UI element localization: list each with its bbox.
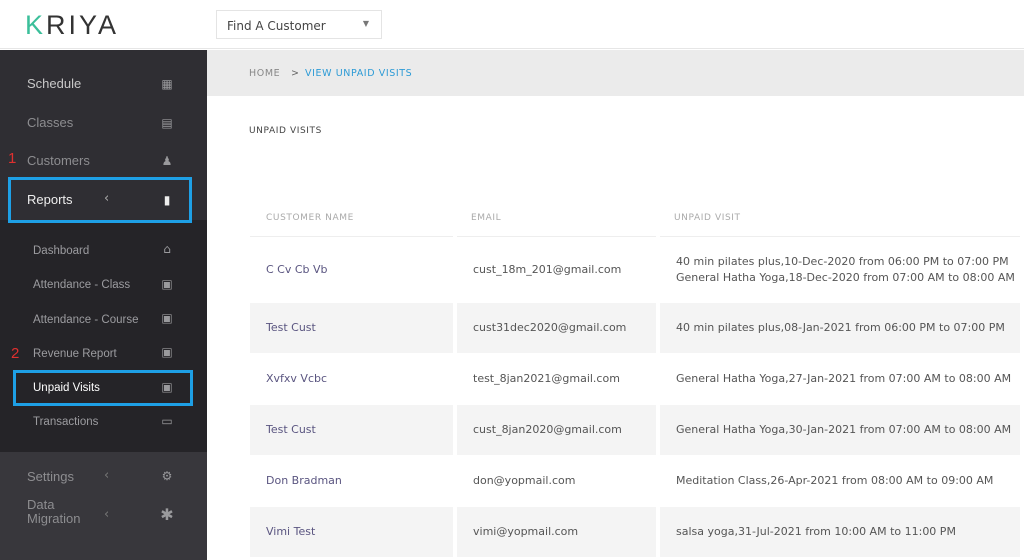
money-icon: ▭ bbox=[161, 414, 173, 428]
unpaid-visit: General Hatha Yoga,27-Jan-2021 from 07:0… bbox=[658, 353, 1024, 405]
caret-down-icon: ▼ bbox=[362, 19, 369, 28]
breadcrumb-home[interactable]: HOME bbox=[249, 68, 280, 79]
column-header-unpaid-visit: UNPAID VISIT bbox=[658, 200, 1022, 237]
table-row: C Cv Cb Vb cust_18m_201@gmail.com 40 min… bbox=[250, 236, 1024, 303]
top-bar: KRIYA Find A Customer ▼ bbox=[0, 0, 1024, 49]
sidebar: Schedule ▦ Classes ▤ 1 Customers ♟ Repor… bbox=[0, 50, 207, 560]
visit-line: General Hatha Yoga,27-Jan-2021 from 07:0… bbox=[676, 372, 1012, 385]
home-icon: ⌂ bbox=[163, 242, 171, 256]
unpaid-visits-table: CUSTOMER NAME EMAIL UNPAID VISIT C Cv Cb… bbox=[250, 200, 1024, 557]
unpaid-visit: salsa yoga,31-Jul-2021 from 10:00 AM to … bbox=[658, 507, 1024, 557]
customer-name[interactable]: Vimi Test bbox=[250, 507, 457, 557]
visit-line: Meditation Class,26-Apr-2021 from 08:00 … bbox=[676, 474, 994, 487]
table-row: Test Cust cust_8jan2020@gmail.com Genera… bbox=[250, 405, 1024, 455]
logo[interactable]: KRIYA bbox=[25, 10, 119, 41]
sidebar-item-transactions[interactable]: Transactions bbox=[33, 416, 98, 428]
customer-email: test_8jan2021@gmail.com bbox=[455, 353, 660, 405]
customer-email: cust_18m_201@gmail.com bbox=[455, 236, 660, 303]
customer-email: don@yopmail.com bbox=[455, 455, 660, 507]
customer-email: cust31dec2020@gmail.com bbox=[455, 303, 660, 353]
column-header-name: CUSTOMER NAME bbox=[250, 200, 455, 237]
chevron-left-icon: ‹ bbox=[104, 468, 110, 483]
breadcrumb-current: VIEW UNPAID VISITS bbox=[305, 68, 413, 79]
customer-email: cust_8jan2020@gmail.com bbox=[455, 405, 660, 455]
table-row: Xvfxv Vcbc test_8jan2021@gmail.com Gener… bbox=[250, 353, 1024, 405]
visit-line: General Hatha Yoga,30-Jan-2021 from 07:0… bbox=[676, 423, 1012, 436]
sidebar-item-data-migration[interactable]: Data Migration bbox=[27, 498, 87, 526]
customer-name[interactable]: Test Cust bbox=[250, 303, 457, 353]
sidebar-item-customers[interactable]: Customers bbox=[27, 153, 90, 168]
sidebar-item-revenue-report[interactable]: Revenue Report bbox=[33, 348, 117, 360]
archive-icon: ▣ bbox=[161, 380, 173, 394]
customer-name[interactable]: Test Cust bbox=[250, 405, 457, 455]
annotation-1: 1 bbox=[8, 150, 17, 167]
calendar-icon: ▦ bbox=[161, 77, 173, 91]
visit-line: salsa yoga,31-Jul-2021 from 10:00 AM to … bbox=[676, 525, 956, 538]
sidebar-item-classes[interactable]: Classes bbox=[27, 115, 73, 130]
visit-line: 40 min pilates plus,10-Dec-2020 from 06:… bbox=[676, 254, 1009, 268]
archive-icon: ▣ bbox=[161, 277, 173, 291]
table-row: Test Cust cust31dec2020@gmail.com 40 min… bbox=[250, 303, 1024, 353]
find-customer-select[interactable]: Find A Customer ▼ bbox=[216, 10, 382, 39]
archive-icon: ▣ bbox=[161, 311, 173, 325]
user-graduate-icon: ♟ bbox=[161, 154, 173, 168]
customer-name[interactable]: C Cv Cb Vb bbox=[250, 236, 457, 303]
unpaid-visit: General Hatha Yoga,30-Jan-2021 from 07:0… bbox=[658, 405, 1024, 455]
annotation-2: 2 bbox=[11, 345, 20, 362]
asterisk-icon: ✱ bbox=[160, 505, 174, 524]
sidebar-item-attendance-course[interactable]: Attendance - Course bbox=[33, 314, 138, 326]
sidebar-item-schedule[interactable]: Schedule bbox=[27, 76, 81, 91]
archive-icon: ▣ bbox=[161, 345, 173, 359]
table-row: Don Bradman don@yopmail.com Meditation C… bbox=[250, 455, 1024, 507]
list-icon: ▤ bbox=[161, 116, 173, 130]
breadcrumb: HOME > VIEW UNPAID VISITS bbox=[207, 50, 1024, 96]
table-row: Vimi Test vimi@yopmail.com salsa yoga,31… bbox=[250, 507, 1024, 557]
column-header-email: EMAIL bbox=[455, 200, 658, 237]
sidebar-item-settings[interactable]: Settings bbox=[27, 469, 74, 484]
customer-name[interactable]: Xvfxv Vcbc bbox=[250, 353, 457, 405]
sidebar-item-unpaid-visits[interactable]: Unpaid Visits bbox=[33, 382, 100, 394]
customer-email: vimi@yopmail.com bbox=[455, 507, 660, 557]
sidebar-item-reports[interactable]: Reports bbox=[27, 192, 73, 207]
unpaid-visit: 40 min pilates plus,10-Dec-2020 from 06:… bbox=[658, 236, 1024, 303]
find-customer-label: Find A Customer bbox=[227, 19, 326, 33]
gear-icon: ⚙ bbox=[161, 469, 173, 483]
chevron-left-icon: ‹ bbox=[104, 507, 110, 522]
breadcrumb-separator: > bbox=[291, 68, 300, 79]
file-icon: ▮ bbox=[163, 193, 171, 207]
visit-line: General Hatha Yoga,18-Dec-2020 from 07:0… bbox=[676, 270, 1015, 284]
chevron-left-icon: ‹ bbox=[104, 191, 110, 206]
sidebar-item-dashboard[interactable]: Dashboard bbox=[33, 245, 89, 257]
page-title: UNPAID VISITS bbox=[249, 126, 322, 136]
sidebar-item-attendance-class[interactable]: Attendance - Class bbox=[33, 279, 130, 291]
customer-name[interactable]: Don Bradman bbox=[250, 455, 457, 507]
visit-line: 40 min pilates plus,08-Jan-2021 from 06:… bbox=[676, 321, 1005, 334]
unpaid-visit: 40 min pilates plus,08-Jan-2021 from 06:… bbox=[658, 303, 1024, 353]
unpaid-visit: Meditation Class,26-Apr-2021 from 08:00 … bbox=[658, 455, 1024, 507]
